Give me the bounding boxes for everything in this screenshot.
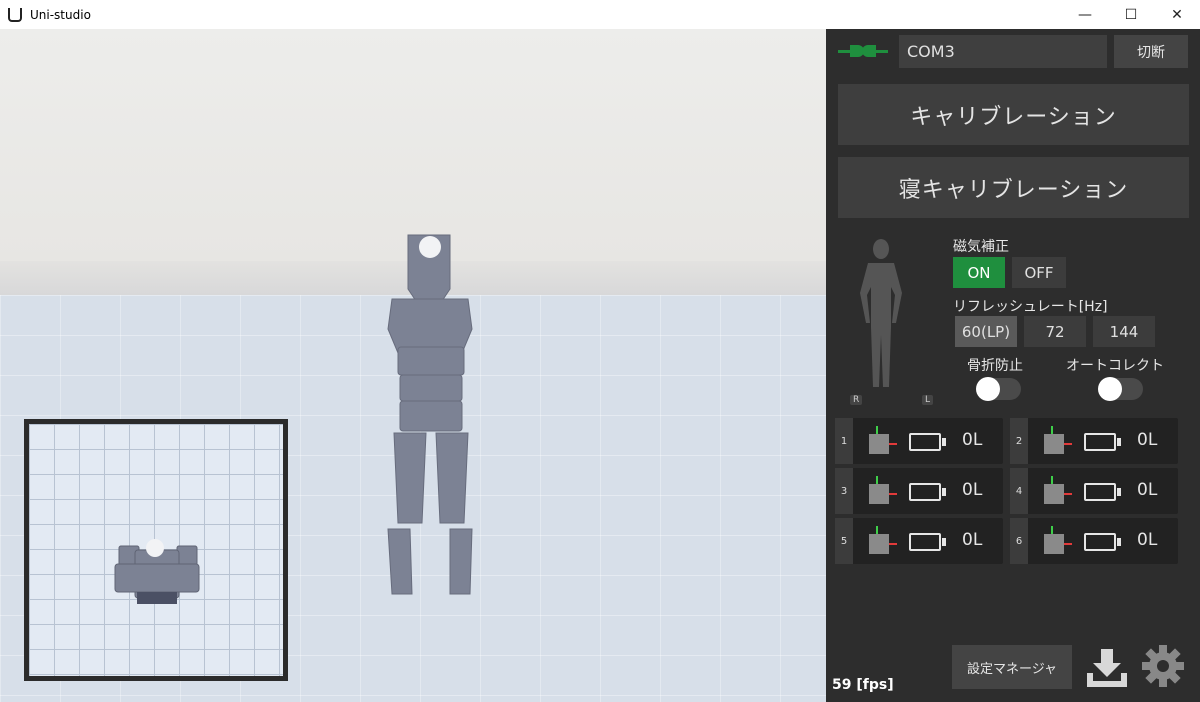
toggle-knob [1098, 377, 1122, 401]
fracture-prevention-label: 骨折防止 [967, 358, 1023, 374]
battery-icon [909, 483, 946, 501]
window-controls: — ☐ ✕ [1062, 0, 1200, 29]
download-icon[interactable] [1084, 645, 1130, 691]
fps-counter: 59 [fps] [832, 677, 894, 693]
auto-correct-toggle[interactable] [1098, 377, 1143, 401]
magnetic-on-button[interactable]: ON [953, 257, 1005, 288]
toggle-knob [976, 377, 1000, 401]
sleep-calibration-button[interactable]: 寝キャリブレーション [838, 157, 1189, 218]
fracture-prevention-toggle[interactable] [976, 377, 1021, 401]
gear-icon[interactable] [1140, 643, 1186, 689]
sensor-value: 0L [962, 530, 983, 550]
sensor-value: 0L [1137, 480, 1158, 500]
sensor-number: 5 [835, 518, 853, 564]
sensor-slot-2[interactable]: 2 0L [1010, 418, 1178, 464]
3d-viewport[interactable] [0, 29, 826, 702]
sensor-value: 0L [1137, 430, 1158, 450]
auto-correct-label: オートコレクト [1066, 358, 1164, 374]
minimize-button[interactable]: — [1062, 0, 1108, 29]
battery-icon [1084, 433, 1121, 451]
sensor-chip-icon [1044, 434, 1064, 454]
scene-wall [0, 29, 826, 261]
sensor-chip-icon [1044, 484, 1064, 504]
battery-icon [1084, 483, 1121, 501]
refresh-144-button[interactable]: 144 [1093, 316, 1155, 347]
minimap-avatar [114, 539, 200, 604]
sensor-number: 1 [835, 418, 853, 464]
settings-manager-button[interactable]: 設定マネージャ [952, 645, 1072, 689]
title-bar: Uni-studio — ☐ ✕ [0, 0, 1200, 29]
calibration-button[interactable]: キャリブレーション [838, 84, 1189, 145]
battery-icon [1084, 533, 1121, 551]
connection-plug-icon [838, 45, 888, 57]
axis-right-icon [889, 443, 897, 445]
magnetic-off-button[interactable]: OFF [1012, 257, 1066, 288]
maximize-button[interactable]: ☐ [1108, 0, 1154, 29]
body-silhouette-icon [860, 239, 902, 387]
sensor-chip-icon [869, 484, 889, 504]
sensor-value: 0L [1137, 530, 1158, 550]
refresh-60lp-button[interactable]: 60(LP) [955, 316, 1017, 347]
axis-right-icon [889, 493, 897, 495]
axis-right-icon [889, 543, 897, 545]
battery-icon [909, 433, 946, 451]
window-title: Uni-studio [30, 7, 91, 22]
magnetic-correction-label: 磁気補正 [953, 239, 1009, 255]
sensor-slot-3[interactable]: 3 0L [835, 468, 1003, 514]
battery-icon [909, 533, 946, 551]
sensor-slot-4[interactable]: 4 0L [1010, 468, 1178, 514]
sensor-value: 0L [962, 480, 983, 500]
axis-right-icon [1064, 443, 1072, 445]
app-logo-icon [8, 7, 22, 22]
sensor-chip-icon [1044, 534, 1064, 554]
com-port-field[interactable]: COM3 [899, 35, 1107, 68]
sensor-number: 3 [835, 468, 853, 514]
sensor-chip-icon [869, 534, 889, 554]
sensor-number: 2 [1010, 418, 1028, 464]
control-panel: COM3 切断 キャリブレーション 寝キャリブレーション R L 磁気補正 ON… [826, 29, 1200, 702]
axis-right-icon [1064, 543, 1072, 545]
sensor-slot-1[interactable]: 1 0L [835, 418, 1003, 464]
left-marker: L [922, 395, 934, 405]
right-marker: R [850, 395, 863, 405]
avatar-model [387, 234, 473, 595]
refresh-72-button[interactable]: 72 [1024, 316, 1086, 347]
sensor-value: 0L [962, 430, 983, 450]
sensor-chip-icon [869, 434, 889, 454]
axis-right-icon [1064, 493, 1072, 495]
sensor-number: 6 [1010, 518, 1028, 564]
disconnect-button[interactable]: 切断 [1114, 35, 1188, 68]
sensor-slot-5[interactable]: 5 0L [835, 518, 1003, 564]
sensor-number: 4 [1010, 468, 1028, 514]
refresh-rate-label: リフレッシュレート[Hz] [953, 299, 1108, 315]
close-button[interactable]: ✕ [1154, 0, 1200, 29]
sensor-slot-6[interactable]: 6 0L [1010, 518, 1178, 564]
